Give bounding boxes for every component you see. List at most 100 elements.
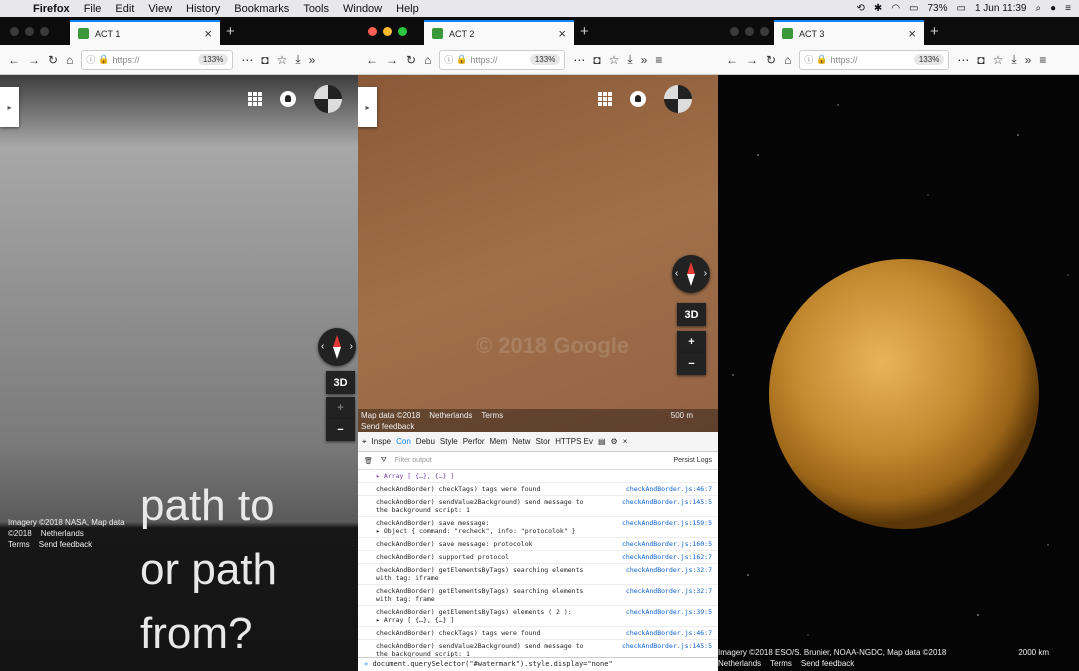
wifi-icon[interactable]: ◠ — [891, 3, 900, 14]
tab-storage[interactable]: Stor — [536, 437, 551, 446]
minimize-window-button[interactable] — [745, 27, 754, 36]
page-actions-icon[interactable]: ⋯ — [953, 53, 973, 67]
airplay-icon[interactable]: ▭ — [909, 3, 918, 14]
menu-view[interactable]: View — [141, 3, 179, 15]
tab-debugger[interactable]: Debu — [416, 437, 435, 446]
console-input[interactable]: » document.querySelector("#watermark").s… — [358, 657, 718, 671]
zoom-level[interactable]: 133% — [529, 54, 561, 65]
tab-inspector[interactable]: Inspe — [372, 437, 392, 446]
forward-icon[interactable]: → — [742, 53, 762, 67]
send-feedback-link[interactable]: Send feedback — [801, 659, 854, 668]
page-actions-icon[interactable]: ⋯ — [569, 53, 589, 67]
compass-icon[interactable]: ‹ › — [318, 328, 356, 366]
menu-history[interactable]: History — [179, 3, 227, 15]
map-viewport[interactable]: ▸ © 2018 Google ‹ › 3D + − Map data ©2018… — [358, 75, 718, 671]
new-tab-icon[interactable]: + — [226, 23, 235, 40]
zoom-window-button[interactable] — [398, 27, 407, 36]
back-icon[interactable]: ← — [4, 53, 24, 67]
reload-icon[interactable]: ↻ — [402, 53, 420, 67]
forward-icon[interactable]: → — [382, 53, 402, 67]
menu-edit[interactable]: Edit — [108, 3, 141, 15]
browser-tab[interactable]: ACT 1 × — [70, 20, 220, 45]
downloads-icon[interactable]: ⤓ — [1007, 52, 1020, 67]
pocket-icon[interactable]: ◘ — [973, 53, 988, 67]
notification-center-icon[interactable]: ≡ — [1065, 3, 1071, 14]
siri-icon[interactable]: ● — [1050, 3, 1056, 14]
pocket-icon[interactable]: ◘ — [589, 53, 604, 67]
map-viewport[interactable]: ▸ ‹ › 3D + − Imagery ©2018 NASA, Map data… — [0, 75, 358, 671]
close-window-button[interactable] — [10, 27, 19, 36]
zoom-level[interactable]: 133% — [197, 54, 229, 65]
close-devtools-icon[interactable]: × — [623, 437, 628, 446]
downloads-icon[interactable]: ⤓ — [291, 52, 304, 67]
menu-bookmarks[interactable]: Bookmarks — [227, 3, 296, 15]
send-feedback-link[interactable]: Send feedback — [361, 421, 715, 432]
battery-percent[interactable]: 73% — [928, 3, 948, 14]
picker-icon[interactable]: ⌖ — [362, 437, 367, 447]
compass-icon[interactable]: ‹ › — [672, 255, 710, 293]
zoom-in-button[interactable]: + — [326, 397, 355, 419]
time-machine-icon[interactable]: ⟲ — [857, 3, 865, 14]
settings-icon[interactable]: ⚙ — [611, 437, 618, 446]
tab-performance[interactable]: Perfor — [463, 437, 485, 446]
new-tab-icon[interactable]: + — [580, 23, 589, 40]
space-viewport[interactable]: Imagery ©2018 ESO/S. Brunier, NOAA-NGDC,… — [718, 75, 1079, 671]
trash-icon[interactable]: 🗑 — [364, 457, 373, 465]
tab-memory[interactable]: Mem — [490, 437, 508, 446]
menu-icon[interactable]: ≡ — [651, 53, 666, 67]
browser-tab[interactable]: ACT 3 × — [774, 20, 924, 45]
apps-grid-icon[interactable] — [598, 92, 612, 106]
apps-grid-icon[interactable] — [248, 92, 262, 106]
zoom-window-button[interactable] — [40, 27, 49, 36]
overflow-icon[interactable]: » — [1021, 53, 1036, 67]
zoom-window-button[interactable] — [760, 27, 769, 36]
terms-link[interactable]: Terms — [770, 659, 792, 668]
bluetooth-icon[interactable]: ✱ — [874, 3, 882, 14]
reload-icon[interactable]: ↻ — [44, 53, 62, 67]
tab-https-everywhere[interactable]: HTTPS Ev — [555, 437, 593, 446]
tab-network[interactable]: Netw — [512, 437, 530, 446]
avatar[interactable] — [664, 85, 692, 113]
menu-help[interactable]: Help — [389, 3, 426, 15]
bookmark-star-icon[interactable]: ☆ — [273, 53, 292, 67]
zoom-in-button[interactable]: + — [677, 331, 706, 353]
overflow-icon[interactable]: » — [637, 53, 652, 67]
3d-button[interactable]: 3D — [677, 303, 706, 326]
info-icon[interactable]: ⓘ — [444, 53, 453, 66]
side-panel-toggle[interactable]: ▸ — [0, 87, 19, 127]
tab-console[interactable]: Con — [396, 437, 411, 446]
new-tab-icon[interactable]: + — [930, 23, 939, 40]
home-icon[interactable]: ⌂ — [780, 53, 795, 67]
page-actions-icon[interactable]: ⋯ — [237, 53, 257, 67]
notifications-icon[interactable] — [280, 91, 296, 107]
side-panel-toggle[interactable]: ▸ — [358, 87, 377, 127]
menubar-clock[interactable]: 1 Jun 11:39 — [975, 3, 1027, 14]
tab-style-editor[interactable]: Style — [440, 437, 458, 446]
persist-logs-checkbox[interactable]: Persist Logs — [673, 457, 712, 464]
back-icon[interactable]: ← — [722, 53, 742, 67]
menu-app-name[interactable]: Firefox — [26, 3, 77, 15]
dock-icon[interactable]: ▤ — [598, 437, 606, 446]
filter-input[interactable]: Filter output — [395, 457, 432, 464]
spotlight-icon[interactable]: ⌕ — [1036, 3, 1042, 14]
url-bar[interactable]: ⓘ 🔒 https:// 133% — [81, 49, 234, 70]
minimize-window-button[interactable] — [25, 27, 34, 36]
close-window-button[interactable] — [368, 27, 377, 36]
pocket-icon[interactable]: ◘ — [257, 53, 272, 67]
terms-link[interactable]: Terms — [481, 410, 503, 421]
close-tab-icon[interactable]: × — [204, 26, 212, 41]
zoom-level[interactable]: 133% — [913, 54, 945, 65]
terms-link[interactable]: Terms — [8, 540, 30, 549]
zoom-out-button[interactable]: − — [677, 353, 706, 375]
bookmark-star-icon[interactable]: ☆ — [605, 53, 624, 67]
menu-window[interactable]: Window — [336, 3, 389, 15]
downloads-icon[interactable]: ⤓ — [623, 52, 636, 67]
overflow-icon[interactable]: » — [305, 53, 320, 67]
info-icon[interactable]: ⓘ — [86, 53, 95, 66]
notifications-icon[interactable] — [630, 91, 646, 107]
zoom-out-button[interactable]: − — [326, 419, 355, 441]
browser-tab[interactable]: ACT 2 × — [424, 20, 574, 45]
back-icon[interactable]: ← — [362, 53, 382, 67]
menu-icon[interactable]: ≡ — [1035, 53, 1050, 67]
menu-file[interactable]: File — [77, 3, 109, 15]
